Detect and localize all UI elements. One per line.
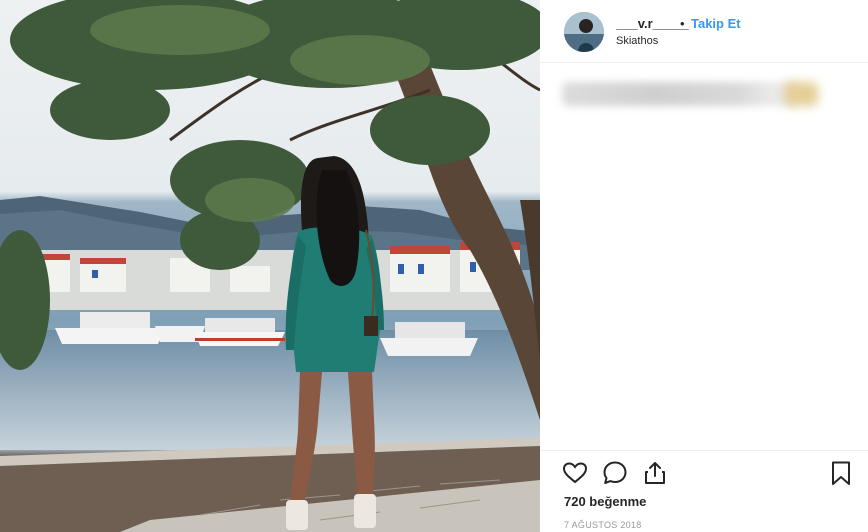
avatar[interactable] [564, 12, 604, 52]
blurred-caption [562, 82, 798, 106]
share-icon [645, 462, 665, 484]
heart-icon [562, 462, 588, 484]
bookmark-icon [832, 461, 850, 485]
username-link[interactable]: ___v.r_____ [616, 16, 689, 31]
save-button[interactable] [827, 459, 855, 487]
separator-dot: • [680, 16, 685, 31]
comment-icon [603, 461, 627, 484]
post-actions-bar [540, 450, 868, 497]
share-button[interactable] [641, 459, 669, 487]
post-date[interactable]: 7 AĞUSTOS 2018 [564, 520, 642, 530]
comment-button[interactable] [601, 459, 629, 487]
post-header: ___v.r_____ • Takip Et Skiathos [540, 0, 868, 63]
post-photo[interactable] [0, 0, 540, 532]
post-side-panel: ___v.r_____ • Takip Et Skiathos 720 beğe… [540, 0, 868, 532]
location-link[interactable]: Skiathos [616, 35, 658, 47]
like-button[interactable] [561, 459, 589, 487]
photo-scene [0, 0, 540, 532]
blurred-caption-emoji [784, 82, 818, 106]
likes-count[interactable]: 720 beğenme [564, 494, 646, 509]
avatar-image-icon [564, 12, 604, 52]
follow-button[interactable]: Takip Et [691, 16, 741, 31]
